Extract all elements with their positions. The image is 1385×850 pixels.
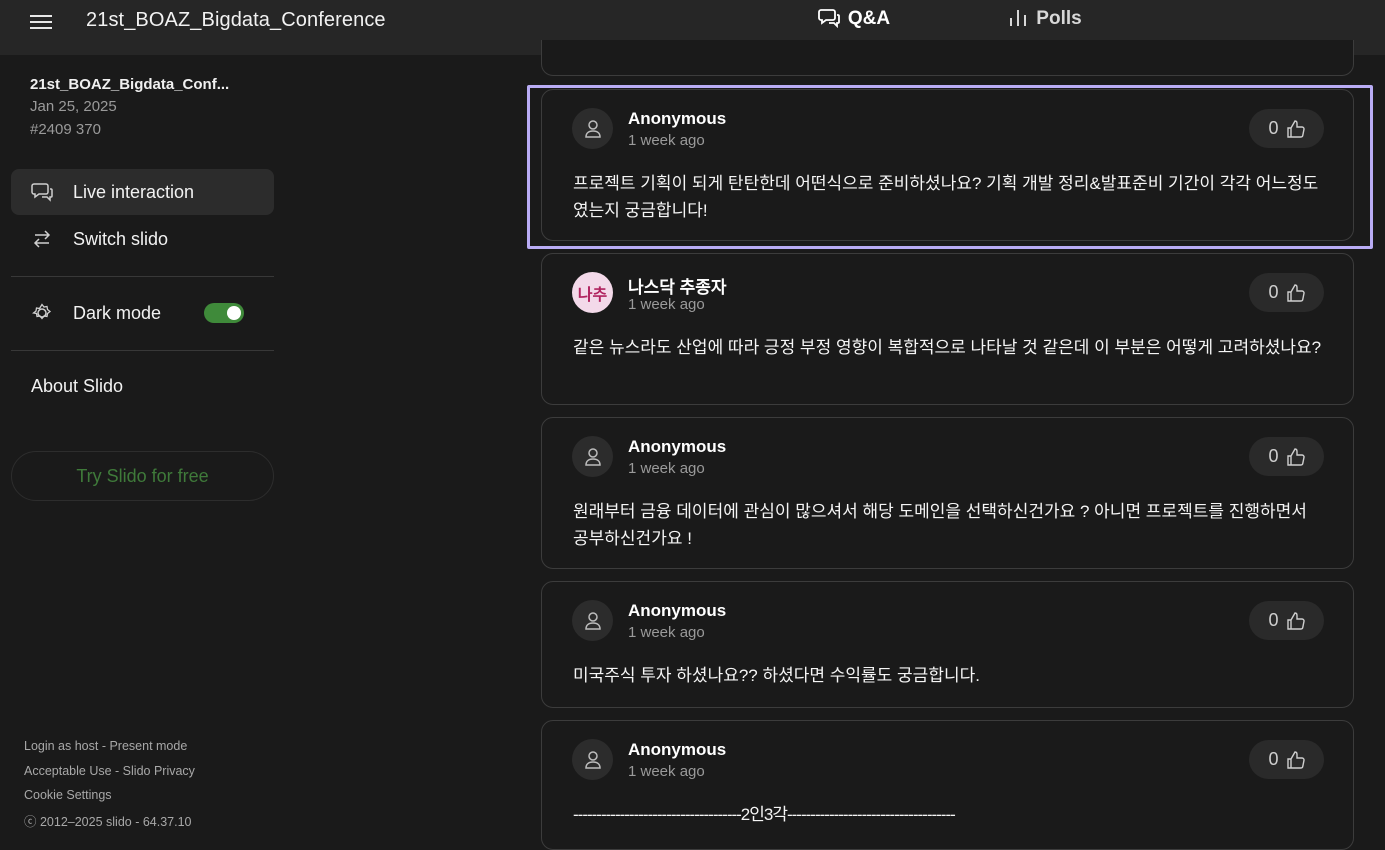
tab-qa-label: Q&A <box>847 8 891 29</box>
question-author: Anonymous <box>628 601 727 620</box>
event-title: 21st_BOAZ_Bigdata_Conference <box>86 9 386 31</box>
sidebar-event-code: #2409 370 <box>30 121 101 138</box>
avatar: 나추 <box>572 272 613 313</box>
sidebar-item-label: Switch slido <box>73 228 169 249</box>
question-card: 나추 나스닥 추종자 1 week ago 0 같은 뉴스라도 산업에 따라 긍… <box>541 253 1354 405</box>
thumbs-up-icon <box>1286 283 1305 302</box>
question-text: 미국주식 투자 하셨나요?? 하셨다면 수익률도 궁금합니다. <box>573 666 980 685</box>
user-icon <box>584 750 601 769</box>
dark-mode-label: Dark mode <box>73 302 162 323</box>
footer-line-1: Login as host - Present mode <box>24 739 187 753</box>
like-count: 0 <box>1268 282 1279 302</box>
user-icon <box>584 447 601 466</box>
tab-polls-label: Polls <box>1036 8 1082 29</box>
question-card: Anonymous 1 week ago 0 미국주식 투자 하셨나요?? 하셨… <box>541 581 1354 708</box>
avatar <box>572 108 613 149</box>
question-author: Anonymous <box>628 437 727 456</box>
sidebar-divider <box>11 276 274 277</box>
gear-sun-icon <box>31 302 53 324</box>
like-count: 0 <box>1268 610 1279 630</box>
about-slido-label: About Slido <box>31 375 124 396</box>
question-card: Anonymous 1 week ago 0 프로젝트 기획이 되게 탄탄한데 … <box>541 89 1354 241</box>
dark-mode-toggle[interactable] <box>204 303 244 323</box>
like-button[interactable]: 0 <box>1249 740 1324 779</box>
sidebar-event-name: 21st_BOAZ_Bigdata_Conf... <box>30 76 230 93</box>
like-count: 0 <box>1268 446 1279 466</box>
footer-separator: - <box>98 739 110 753</box>
chat-bubbles-icon <box>817 8 840 34</box>
like-button[interactable]: 0 <box>1249 437 1324 476</box>
try-slido-button[interactable]: Try Slido for free <box>11 451 274 501</box>
switch-arrows-icon <box>31 228 53 250</box>
sidebar-item-about[interactable]: About Slido <box>11 363 274 409</box>
slido-privacy-link[interactable]: Slido Privacy <box>123 764 195 778</box>
like-button[interactable]: 0 <box>1249 273 1324 312</box>
sidebar-item-live-interaction[interactable]: Live interaction <box>11 169 274 215</box>
acceptable-use-link[interactable]: Acceptable Use <box>24 764 112 778</box>
present-mode-link[interactable]: Present mode <box>109 739 187 753</box>
avatar <box>572 600 613 641</box>
login-as-host-link[interactable]: Login as host <box>24 739 98 753</box>
footer-separator: - <box>111 764 123 778</box>
copyright-text: ⓒ 2012–2025 slido - 64.37.10 <box>24 815 192 829</box>
like-count: 0 <box>1268 118 1279 138</box>
question-time: 1 week ago <box>628 132 705 149</box>
sidebar-item-label: Live interaction <box>73 181 195 202</box>
user-icon <box>584 611 601 630</box>
footer-line-3: Cookie Settings <box>24 788 112 802</box>
sidebar-divider <box>11 350 274 351</box>
question-text: 원래부터 금융 데이터에 관심이 많으셔서 해당 도메인을 선택하신건가요 ? … <box>573 502 1307 548</box>
chat-bubbles-icon <box>31 181 53 203</box>
question-card: Anonymous 1 week ago 0 원래부터 금융 데이터에 관심이 … <box>541 417 1354 569</box>
thumbs-up-icon <box>1286 611 1305 630</box>
like-button[interactable]: 0 <box>1249 109 1324 148</box>
sidebar-event-date: Jan 25, 2025 <box>30 98 117 115</box>
thumbs-up-icon <box>1286 447 1305 466</box>
question-author: 나스닥 추종자 <box>628 278 727 297</box>
question-text: 프로젝트 기획이 되게 탄탄한데 어떤식으로 준비하셨나요? 기획 개발 정리&… <box>573 174 1319 220</box>
question-text: 같은 뉴스라도 산업에 따라 긍정 부정 영향이 복합적으로 나타날 것 같은데… <box>573 338 1322 357</box>
question-time: 1 week ago <box>628 624 705 641</box>
question-time: 1 week ago <box>628 460 705 477</box>
cookie-settings-link[interactable]: Cookie Settings <box>24 788 112 802</box>
like-button[interactable]: 0 <box>1249 601 1324 640</box>
question-author: Anonymous <box>628 740 727 759</box>
question-card: Anonymous 1 week ago 0 -----------------… <box>541 720 1354 850</box>
question-time: 1 week ago <box>628 296 705 313</box>
question-author: Anonymous <box>628 109 727 128</box>
thumbs-up-icon <box>1286 119 1305 138</box>
bar-chart-icon <box>1008 8 1028 34</box>
sidebar-item-switch-slido[interactable]: Switch slido <box>11 216 274 262</box>
avatar <box>572 739 613 780</box>
user-icon <box>584 119 601 138</box>
menu-icon[interactable] <box>30 12 52 32</box>
footer-line-2: Acceptable Use - Slido Privacy <box>24 764 195 778</box>
thumbs-up-icon <box>1286 750 1305 769</box>
question-card-partial <box>541 40 1354 76</box>
sidebar: 21st_BOAZ_Bigdata_Conf... Jan 25, 2025 #… <box>0 55 286 842</box>
question-time: 1 week ago <box>628 763 705 780</box>
question-text: ------------------------------------2인3각… <box>573 805 956 824</box>
avatar <box>572 436 613 477</box>
like-count: 0 <box>1268 749 1279 769</box>
